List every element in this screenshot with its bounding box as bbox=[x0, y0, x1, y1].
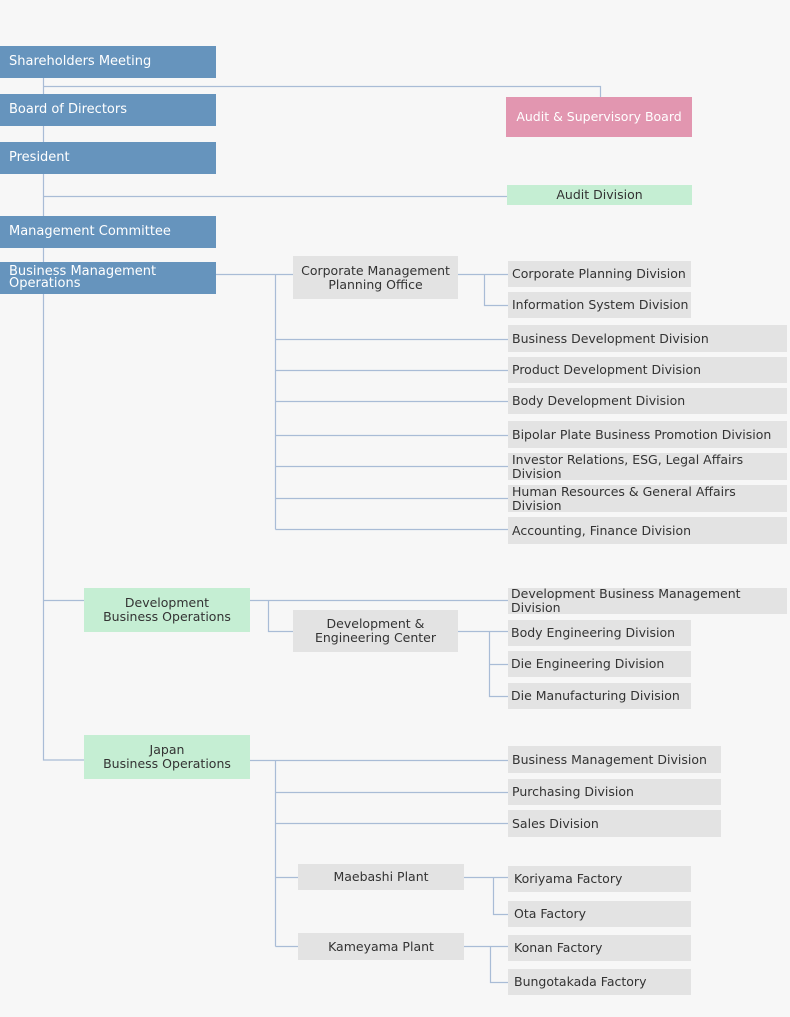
factory-box: Konan Factory bbox=[508, 935, 691, 961]
shareholders-meeting-box: Shareholders Meeting bbox=[0, 46, 216, 78]
division-box: Accounting, Finance Division bbox=[508, 517, 787, 544]
factory-box: Koriyama Factory bbox=[508, 866, 691, 892]
division-box: Body Development Division bbox=[508, 388, 787, 414]
japan-business-operations-box: Japan Business Operations bbox=[84, 735, 250, 779]
division-box: Purchasing Division bbox=[508, 779, 721, 805]
development-business-operations-box: Development Business Operations bbox=[84, 588, 250, 632]
audit-division-box: Audit Division bbox=[507, 185, 692, 205]
board-of-directors-box: Board of Directors bbox=[0, 94, 216, 126]
division-box: Sales Division bbox=[508, 810, 721, 837]
business-management-operations-box: Business Management Operations bbox=[0, 262, 216, 294]
factory-box: Bungotakada Factory bbox=[508, 969, 691, 995]
division-box: Investor Relations, ESG, Legal Affairs D… bbox=[508, 452, 787, 480]
corporate-management-planning-office-box: Corporate Management Planning Office bbox=[293, 256, 458, 299]
maebashi-plant-box: Maebashi Plant bbox=[298, 864, 464, 890]
division-box: Die Manufacturing Division bbox=[508, 683, 691, 709]
division-box: Development Business Management Division bbox=[508, 587, 787, 615]
president-box: President bbox=[0, 142, 216, 174]
kameyama-plant-box: Kameyama Plant bbox=[298, 933, 464, 960]
management-committee-box: Management Committee bbox=[0, 216, 216, 248]
division-box: Human Resources & General Affairs Divisi… bbox=[508, 484, 787, 512]
division-box: Business Management Division bbox=[508, 746, 721, 773]
division-box: Bipolar Plate Business Promotion Divisio… bbox=[508, 421, 787, 448]
division-box: Die Engineering Division bbox=[508, 651, 691, 677]
division-box: Body Engineering Division bbox=[508, 620, 691, 646]
division-box: Information System Division bbox=[508, 292, 691, 318]
development-engineering-center-box: Development & Engineering Center bbox=[293, 610, 458, 652]
audit-supervisory-board-box: Audit & Supervisory Board bbox=[506, 97, 692, 137]
division-box: Product Development Division bbox=[508, 357, 787, 383]
division-box: Business Development Division bbox=[508, 325, 787, 352]
factory-box: Ota Factory bbox=[508, 901, 691, 927]
division-box: Corporate Planning Division bbox=[508, 261, 691, 287]
